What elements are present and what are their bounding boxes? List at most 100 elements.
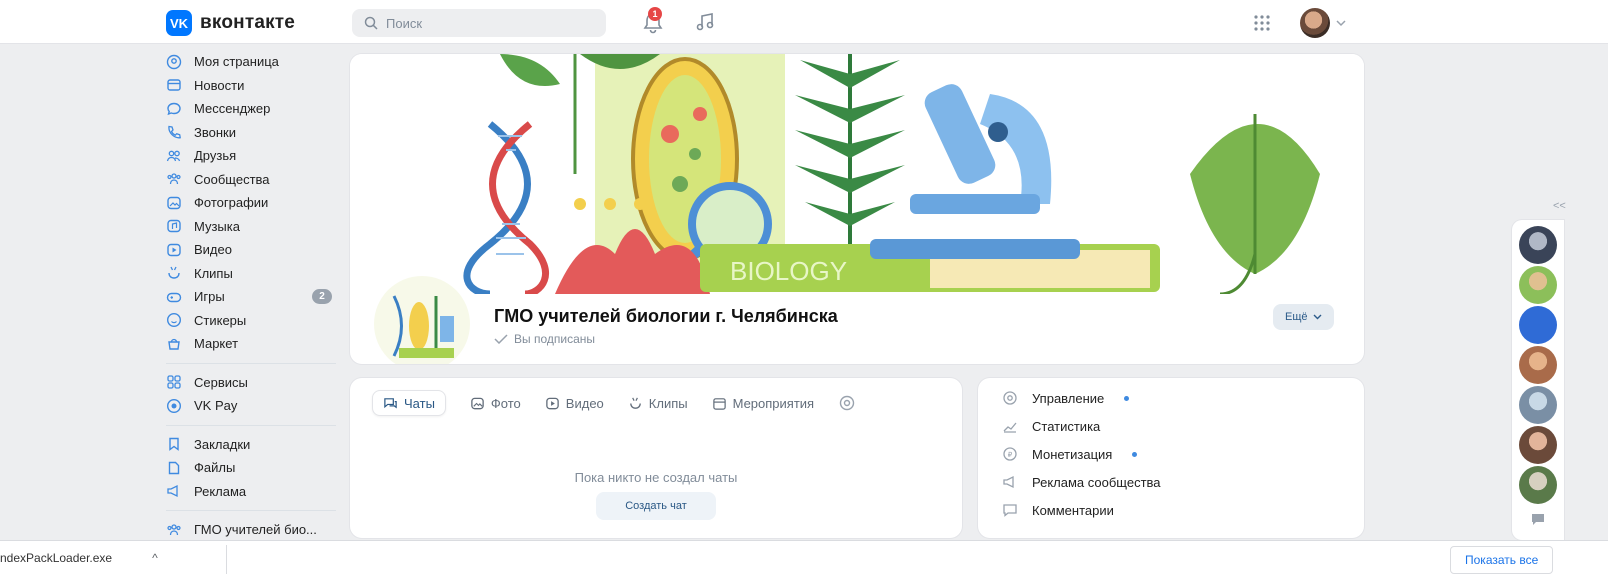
apps-grid-icon[interactable] <box>1252 13 1272 33</box>
content-tabs-card: Чаты Фото Видео Клипы Мероприятия Пока никто… <box>350 378 962 538</box>
admin-menu-item[interactable]: Комментарии <box>1002 502 1114 518</box>
tab-label: Фото <box>490 395 521 411</box>
admin-menu-item[interactable]: Управление <box>1002 390 1130 406</box>
chat-avatar[interactable] <box>1519 386 1557 424</box>
sidebar-item[interactable]: Файлы <box>162 456 340 480</box>
group-header-card: BIOLOGY ГМО учителей биологии г. Челябин… <box>350 54 1364 364</box>
sidebar-item[interactable]: Клипы <box>162 262 340 286</box>
chat-avatar[interactable] <box>1519 226 1557 264</box>
sidebar-item[interactable]: Стикеры <box>162 309 340 333</box>
sidebar-item[interactable]: Маркет <box>162 332 340 356</box>
sidebar-divider <box>166 362 336 364</box>
admin-menu-card: Управление Статистика ₽ Монетизация Реклама … <box>978 378 1364 538</box>
chat-collapse-button[interactable]: << <box>1553 200 1566 212</box>
profile-menu[interactable] <box>1300 8 1346 38</box>
left-sidebar: Моя страница Новости Мессенджер Звонки Друзь… <box>162 50 340 542</box>
chat-bubble-icon[interactable] <box>1530 512 1546 526</box>
search-input[interactable] <box>386 15 586 31</box>
sidebar-item-label: Звонки <box>194 124 236 140</box>
subscription-status[interactable]: Вы подписаны <box>494 332 595 346</box>
chat-avatar[interactable] <box>1519 466 1557 504</box>
sidebar-item[interactable]: Звонки <box>162 121 340 145</box>
file-icon <box>166 460 182 476</box>
sidebar-item[interactable]: Фотографии <box>162 191 340 215</box>
tab-label: Видео <box>565 395 604 411</box>
unread-dot <box>1124 395 1130 401</box>
sidebar-item[interactable]: Мессенджер <box>162 97 340 121</box>
download-item[interactable]: ndexPackLoader.exe ^ <box>0 551 158 565</box>
create-chat-button[interactable]: Создать чат <box>596 492 716 520</box>
download-bar: ndexPackLoader.exe ^ Показать все <box>0 540 1608 577</box>
message-icon <box>166 101 182 117</box>
tab-label: Мероприятия <box>732 395 815 411</box>
comment-icon <box>1002 502 1018 518</box>
sidebar-item-label: Фотографии <box>194 195 269 211</box>
sidebar-item[interactable]: Игры 2 <box>162 285 340 309</box>
megaphone-icon <box>1002 474 1018 490</box>
chat-avatar[interactable] <box>1519 266 1557 304</box>
search-icon <box>364 16 378 30</box>
communities-icon <box>166 171 182 187</box>
admin-menu-item[interactable]: ₽ Монетизация <box>1002 446 1138 462</box>
sidebar-item[interactable]: VK Pay <box>162 394 340 418</box>
sidebar-item[interactable]: Реклама <box>162 480 340 504</box>
sidebar-item-label: Файлы <box>194 460 236 476</box>
sidebar-item-badge: 2 <box>312 289 332 304</box>
sidebar-item-label: ГМО учителей био... <box>194 522 317 538</box>
vk-logo[interactable]: VK вконтакте <box>166 10 295 36</box>
tab-video[interactable]: Видео <box>545 390 604 416</box>
group-name: ГМО учителей биологии г. Челябинска <box>494 306 838 326</box>
admin-menu-item[interactable]: Реклама сообщества <box>1002 474 1161 490</box>
sidebar-item[interactable]: ГМО учителей био... <box>162 518 340 542</box>
sidebar-item[interactable]: Музыка <box>162 215 340 239</box>
tab-label: Клипы <box>648 395 688 411</box>
sidebar-item[interactable]: Сообщества <box>162 168 340 192</box>
sidebar-item-label: Стикеры <box>194 312 247 328</box>
subscription-label: Вы подписаны <box>514 332 595 346</box>
services-icon <box>166 374 182 390</box>
chat-avatar[interactable] <box>1519 426 1557 464</box>
admin-menu-item[interactable]: Статистика <box>1002 418 1100 434</box>
sidebar-item-label: Реклама <box>194 483 247 499</box>
download-chevron-icon[interactable]: ^ <box>152 551 158 565</box>
sidebar-item[interactable]: Моя страница <box>162 50 340 74</box>
admin-menu-label: Реклама сообщества <box>1032 474 1161 490</box>
sidebar-item-label: Музыка <box>194 218 240 234</box>
group-cover-image: BIOLOGY <box>350 54 1364 294</box>
group-avatar-image <box>374 276 470 364</box>
download-file-name: ndexPackLoader.exe <box>0 551 113 565</box>
tab-chat[interactable]: Чаты <box>372 390 446 416</box>
bookmark-icon <box>166 436 182 452</box>
vk-logo-text: вконтакте <box>200 12 296 33</box>
music-icon[interactable] <box>694 11 716 33</box>
friends-icon <box>166 148 182 164</box>
tab-photo[interactable]: Фото <box>470 390 521 416</box>
user-avatar <box>1300 8 1330 38</box>
sidebar-item[interactable]: Закладки <box>162 433 340 457</box>
smile-icon <box>166 312 182 328</box>
chat-avatar[interactable] <box>1519 306 1557 344</box>
vkpay-icon <box>166 398 182 414</box>
communities-icon <box>166 522 182 538</box>
gamepad-icon <box>166 289 182 305</box>
vk-logo-mark: VK <box>166 10 192 36</box>
tab-clips[interactable]: Клипы <box>628 390 688 416</box>
sidebar-item-label: Моя страница <box>194 54 279 70</box>
content-tabs: Чаты Фото Видео Клипы Мероприятия <box>372 390 856 416</box>
sidebar-item[interactable]: Новости <box>162 74 340 98</box>
sidebar-item[interactable]: Сервисы <box>162 371 340 395</box>
chat-icon <box>383 396 398 411</box>
user-circle-icon <box>166 54 182 70</box>
search-box[interactable] <box>352 9 606 37</box>
more-button[interactable]: Ещё <box>1273 304 1334 330</box>
tabs-settings-gear-icon[interactable] <box>838 394 856 412</box>
phone-icon <box>166 124 182 140</box>
chat-avatar[interactable] <box>1519 346 1557 384</box>
sidebar-item-label: VK Pay <box>194 398 238 414</box>
show-all-downloads-button[interactable]: Показать все <box>1450 546 1554 574</box>
sidebar-item[interactable]: Друзья <box>162 144 340 168</box>
chevron-down-icon <box>1313 314 1322 320</box>
tab-calendar[interactable]: Мероприятия <box>712 390 815 416</box>
sidebar-item[interactable]: Видео <box>162 238 340 262</box>
cover-biology-text: BIOLOGY <box>730 256 847 286</box>
